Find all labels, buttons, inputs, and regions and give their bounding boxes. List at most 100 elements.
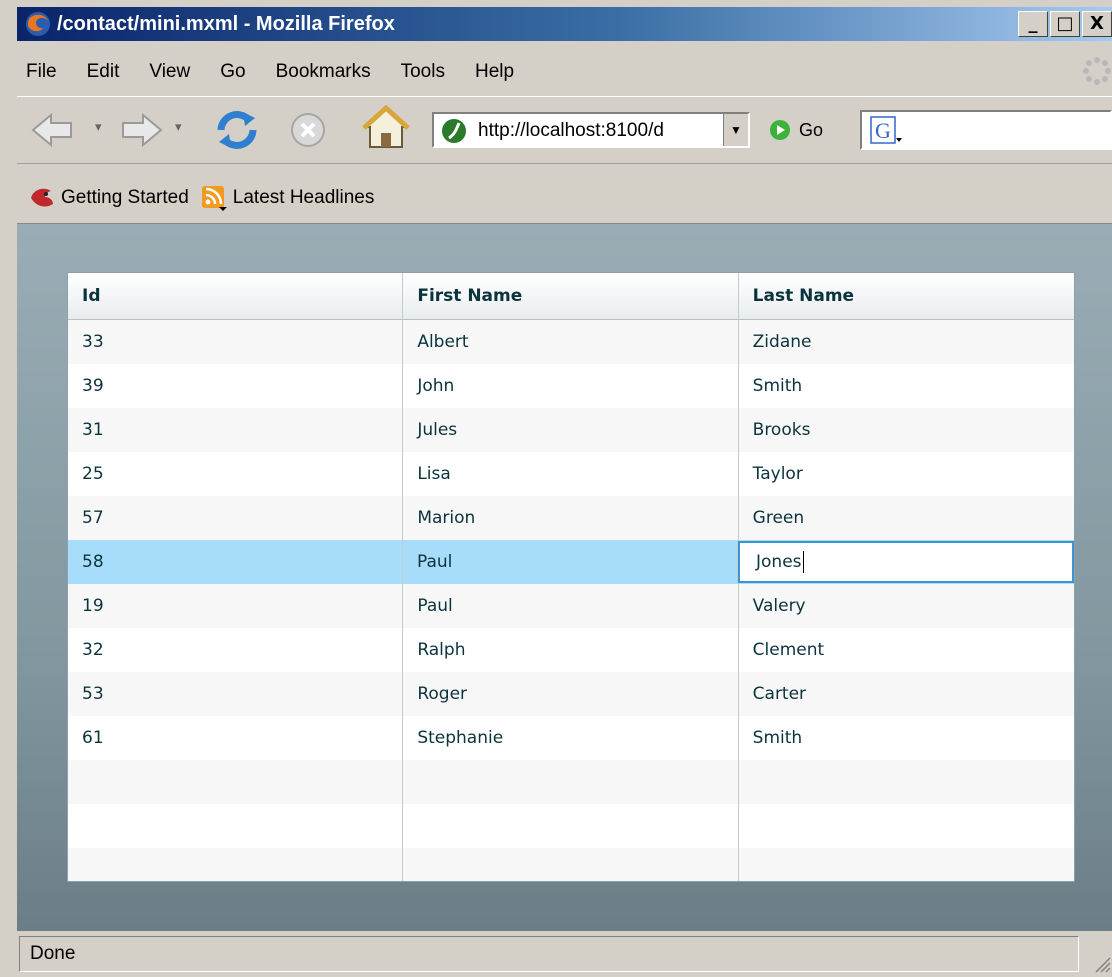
menu-bookmarks[interactable]: Bookmarks (262, 61, 387, 83)
id-cell[interactable] (68, 848, 404, 881)
bookmark-latest-headlines[interactable]: Latest Headlines (201, 185, 375, 211)
id-cell[interactable]: 57 (68, 496, 404, 540)
first-name-cell[interactable]: Ralph (403, 628, 739, 672)
table-row[interactable]: 31 Jules Brooks (68, 408, 1074, 452)
close-button[interactable]: X (1082, 11, 1112, 37)
cell-editor-text: Jones (756, 552, 802, 572)
bookmark-label: Latest Headlines (232, 187, 375, 208)
home-icon[interactable] (362, 105, 410, 151)
first-name-cell[interactable]: Paul (403, 584, 739, 628)
id-cell[interactable]: 31 (68, 408, 404, 452)
last-name-cell[interactable]: Smith (739, 364, 1074, 408)
contacts-datagrid: Id First Name Last Name 33 Albert Zidane 39… (67, 272, 1075, 882)
status-bar: Done (17, 934, 1112, 974)
table-row[interactable] (68, 804, 1074, 848)
first-name-cell[interactable]: Lisa (403, 452, 739, 496)
last-name-cell[interactable]: Jones (738, 540, 1074, 584)
last-name-cell[interactable]: Valery (739, 584, 1074, 628)
last-name-cell[interactable] (739, 760, 1074, 804)
table-row[interactable]: 57 Marion Green (68, 496, 1074, 540)
table-row[interactable]: 61 Stephanie Smith (68, 716, 1074, 760)
text-caret (802, 551, 804, 573)
id-cell[interactable]: 33 (68, 320, 404, 364)
menu-go[interactable]: Go (206, 61, 261, 83)
last-name-cell[interactable]: Taylor (739, 452, 1074, 496)
bookmarks-toolbar: Getting Started Latest Headlines (17, 176, 1112, 220)
column-header-id[interactable]: Id (68, 273, 404, 319)
menu-tools[interactable]: Tools (387, 61, 461, 83)
menu-view[interactable]: View (135, 61, 206, 83)
search-input[interactable]: G (860, 110, 1112, 150)
go-label: Go (799, 119, 824, 140)
table-row[interactable]: 58 Paul Jones (68, 540, 1074, 584)
first-name-cell[interactable]: Paul (403, 540, 738, 584)
id-cell[interactable]: 53 (68, 672, 404, 716)
maximize-button[interactable]: □ (1050, 11, 1080, 37)
navigation-toolbar: ▾ ▾ http://localhost:8100/d ▼ Go G (17, 96, 1112, 164)
page-content: Id First Name Last Name 33 Albert Zidane 39… (17, 223, 1112, 931)
google-search-icon[interactable]: G (870, 116, 904, 146)
datagrid-header: Id First Name Last Name (68, 273, 1074, 320)
title-bar[interactable]: /contact/mini.mxml - Mozilla Firefox _ □… (17, 7, 1112, 41)
id-cell[interactable]: 32 (68, 628, 404, 672)
table-row[interactable]: 32 Ralph Clement (68, 628, 1074, 672)
go-button[interactable]: Go (769, 112, 823, 148)
last-name-cell[interactable]: Green (739, 496, 1074, 540)
column-header-first-name[interactable]: First Name (403, 273, 739, 319)
forward-dropdown-icon[interactable]: ▾ (175, 119, 182, 135)
minimize-button[interactable]: _ (1018, 11, 1048, 37)
first-name-cell[interactable]: Marion (403, 496, 739, 540)
last-name-cell[interactable]: Carter (739, 672, 1074, 716)
first-name-cell[interactable] (403, 760, 739, 804)
last-name-cell[interactable]: Brooks (739, 408, 1074, 452)
table-row[interactable]: 39 John Smith (68, 364, 1074, 408)
back-arrow-icon[interactable] (29, 111, 87, 149)
table-row[interactable]: 19 Paul Valery (68, 584, 1074, 628)
rss-feed-icon (201, 186, 227, 211)
stop-icon[interactable] (289, 111, 327, 149)
first-name-cell[interactable]: Jules (403, 408, 739, 452)
url-text: http://localhost:8100/d (478, 120, 664, 141)
first-name-cell[interactable]: John (403, 364, 739, 408)
menu-edit[interactable]: Edit (73, 61, 136, 83)
go-arrow-icon (770, 120, 790, 140)
back-dropdown-icon[interactable]: ▾ (95, 119, 102, 135)
first-name-cell[interactable]: Albert (403, 320, 739, 364)
id-cell[interactable]: 39 (68, 364, 404, 408)
last-name-cell[interactable]: Clement (739, 628, 1074, 672)
url-bar[interactable]: http://localhost:8100/d ▼ (432, 112, 750, 148)
first-name-cell[interactable] (403, 804, 739, 848)
bookmark-getting-started[interactable]: Getting Started (29, 186, 189, 210)
last-name-cell[interactable] (739, 848, 1074, 881)
site-favicon-icon (442, 119, 466, 143)
svg-text:G: G (875, 118, 891, 143)
menu-help[interactable]: Help (461, 61, 530, 83)
table-row[interactable]: 53 Roger Carter (68, 672, 1074, 716)
table-row[interactable] (68, 760, 1074, 804)
menu-file[interactable]: File (17, 61, 73, 83)
id-cell[interactable]: 19 (68, 584, 404, 628)
id-cell[interactable] (68, 804, 404, 848)
id-cell[interactable]: 58 (68, 540, 403, 584)
table-row[interactable]: 33 Albert Zidane (68, 320, 1074, 364)
bookmark-label: Getting Started (61, 187, 189, 208)
last-name-cell[interactable] (739, 804, 1074, 848)
id-cell[interactable]: 25 (68, 452, 404, 496)
table-row[interactable] (68, 848, 1074, 881)
last-name-cell[interactable]: Smith (739, 716, 1074, 760)
forward-arrow-icon[interactable] (117, 111, 169, 149)
id-cell[interactable] (68, 760, 404, 804)
resize-grip-icon[interactable] (1090, 952, 1112, 974)
table-row[interactable]: 25 Lisa Taylor (68, 452, 1074, 496)
first-name-cell[interactable]: Roger (403, 672, 739, 716)
last-name-cell[interactable]: Zidane (739, 320, 1074, 364)
first-name-cell[interactable]: Stephanie (403, 716, 739, 760)
id-cell[interactable]: 61 (68, 716, 404, 760)
first-name-cell[interactable] (403, 848, 739, 881)
url-history-dropdown[interactable]: ▼ (723, 114, 748, 146)
cell-editor-input[interactable]: Jones (738, 541, 1074, 583)
reload-icon[interactable] (213, 106, 261, 154)
status-panel: Done (19, 936, 1079, 972)
window-title: /contact/mini.mxml - Mozilla Firefox (57, 13, 395, 35)
column-header-last-name[interactable]: Last Name (739, 273, 1074, 319)
